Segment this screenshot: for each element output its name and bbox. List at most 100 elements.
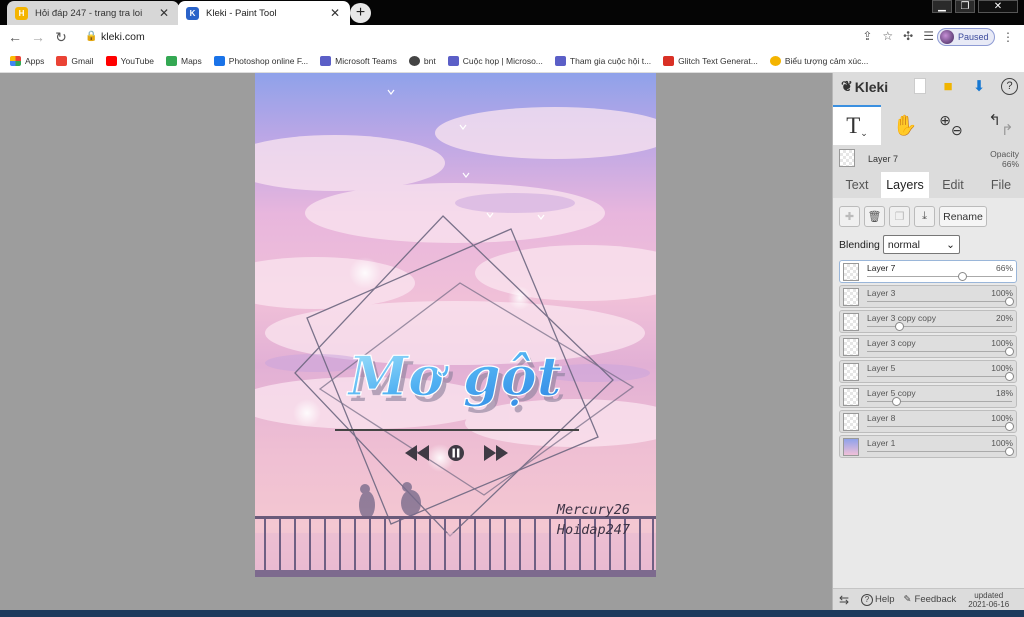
bookmark-maps[interactable]: Maps — [165, 55, 202, 66]
duplicate-layer-button[interactable]: ❐ — [889, 206, 910, 227]
merge-down-button[interactable]: ⤓ — [914, 206, 935, 227]
add-layer-button[interactable]: ✚ — [839, 206, 860, 227]
chevron-down-icon[interactable]: ⌄ — [860, 128, 868, 139]
layer-row[interactable]: Layer 8 100% — [839, 410, 1017, 433]
zoom-in-icon[interactable]: ⊕ — [939, 112, 951, 129]
bookmark-meeting[interactable]: Cuộc họp | Microso... — [447, 55, 543, 66]
download-icon[interactable]: ⬇ — [970, 77, 988, 95]
share-icon[interactable]: ⇪ — [862, 29, 872, 43]
tab-strip: H Hỏi đáp 247 - trang tra loi ✕ K Kleki … — [0, 0, 1024, 25]
restore-icon[interactable]: ❐ — [955, 0, 975, 13]
rewind-icon — [405, 445, 429, 461]
help-icon[interactable]: ? — [1001, 77, 1018, 95]
blending-label: Blending — [839, 238, 880, 251]
bookmark-join[interactable]: Tham gia cuộc hội t... — [554, 55, 651, 66]
undo-redo-buttons: ↰ ↱ — [979, 105, 1023, 145]
bookmark-bnt[interactable]: bnt — [408, 55, 436, 66]
opacity-slider-knob[interactable] — [1005, 347, 1014, 356]
browser-chrome: H Hỏi đáp 247 - trang tra loi ✕ K Kleki … — [0, 0, 1024, 73]
delete-layer-button[interactable]: 🗑 — [864, 206, 885, 227]
swap-side-icon[interactable]: ⇆ — [833, 593, 855, 607]
layer-thumbnail — [839, 149, 855, 167]
kleki-sidebar: ❦ Kleki ■ ⬇ ? T ⌄ ✋ ⊕ ⊖ ↰ ↱ Layer 7 Opacity 6… — [832, 73, 1024, 610]
layers-panel: ✚ 🗑 ❐ ⤓ Rename Blending normal ⌄ Layer 76… — [833, 198, 1024, 588]
layer-row[interactable]: Layer 5 copy 18% — [839, 385, 1017, 408]
new-image-icon[interactable] — [914, 78, 926, 94]
artwork-title: Mơ gột — [346, 344, 561, 408]
tab-file[interactable]: File — [977, 172, 1024, 198]
rename-button[interactable]: Rename — [939, 206, 987, 227]
forward-icon[interactable]: → — [29, 28, 47, 46]
opacity-slider-knob[interactable] — [1005, 447, 1014, 456]
zoom-out-icon[interactable]: ⊖ — [951, 122, 963, 139]
chevron-down-icon: ⌄ — [946, 238, 955, 251]
avatar — [940, 30, 954, 44]
layer-thumbnail — [843, 388, 859, 406]
opacity-slider-knob[interactable] — [891, 397, 901, 406]
close-icon[interactable]: ✕ — [157, 6, 171, 20]
opacity-slider-knob[interactable] — [958, 272, 968, 281]
cats — [359, 482, 421, 519]
bookmark-youtube[interactable]: YouTube — [105, 55, 154, 66]
drawing-area[interactable]: Mơ gột Mơ gột Mercury26 Hoidap247 — [0, 73, 832, 610]
tab-text[interactable]: Text — [833, 172, 881, 198]
layer-thumbnail — [843, 438, 859, 456]
tab-layers[interactable]: Layers — [881, 172, 929, 198]
signature-hoidap: Hoidap247 — [556, 522, 630, 538]
layer-thumbnail — [843, 288, 859, 306]
hand-tool-icon[interactable]: ✋ — [883, 105, 927, 145]
undo-icon[interactable]: ↰ — [988, 111, 1001, 129]
glitch-icon — [663, 55, 675, 66]
help-link[interactable]: ? Help — [861, 593, 895, 606]
kleki-bird-icon: ❦ — [841, 78, 853, 94]
close-icon[interactable]: ✕ — [328, 6, 342, 20]
redo-icon[interactable]: ↱ — [1001, 121, 1014, 139]
layer-thumbnail — [843, 363, 859, 381]
fast-forward-icon — [484, 445, 508, 461]
minimize-icon[interactable]: ▁ — [932, 0, 952, 13]
window-close-icon[interactable]: ✕ — [978, 0, 1018, 13]
canvas[interactable]: Mơ gột Mơ gột Mercury26 Hoidap247 — [255, 73, 656, 577]
extensions-icon[interactable]: ✣ — [903, 29, 913, 43]
menu-icon[interactable]: ⋮ — [1002, 30, 1014, 44]
bookmark-apps[interactable]: Apps — [10, 55, 44, 66]
teams-icon — [320, 55, 332, 66]
opacity-slider-knob[interactable] — [1005, 297, 1014, 306]
open-folder-icon[interactable]: ■ — [939, 77, 957, 95]
star-icon[interactable]: ☆ — [882, 29, 893, 43]
layer-row[interactable]: Layer 3 copy 100% — [839, 335, 1017, 358]
tab-edit[interactable]: Edit — [929, 172, 977, 198]
bookmark-glitch[interactable]: Glitch Text Generat... — [663, 55, 758, 66]
kleki-logo: ❦ Kleki — [841, 78, 889, 95]
opacity-slider-knob[interactable] — [1005, 372, 1014, 381]
text-tool-button[interactable]: T ⌄ — [833, 105, 881, 145]
bookmark-teams[interactable]: Microsoft Teams — [320, 55, 397, 66]
tab-hoidap[interactable]: H Hỏi đáp 247 - trang tra loi ✕ — [7, 1, 179, 25]
opacity-slider-knob[interactable] — [1005, 422, 1014, 431]
layer-row[interactable]: Layer 5 100% — [839, 360, 1017, 383]
bookmark-emoji[interactable]: Biểu tượng cảm xúc... — [769, 55, 868, 66]
url-field[interactable]: kleki.com — [101, 31, 145, 43]
hoidap-favicon-icon: H — [15, 6, 28, 20]
reading-list-icon[interactable]: ☰ — [923, 29, 934, 43]
bookmark-photoshop[interactable]: Photoshop online F... — [213, 55, 308, 66]
layer-row[interactable]: Layer 1 100% — [839, 435, 1017, 458]
tool-row: T ⌄ ✋ ⊕ ⊖ ↰ ↱ — [833, 105, 1024, 145]
layer-row[interactable]: Layer 3 copy copy 20% — [839, 310, 1017, 333]
layer-actions: ✚ 🗑 ❐ ⤓ Rename — [839, 206, 987, 227]
profile-button[interactable]: Paused — [937, 28, 995, 46]
back-icon[interactable]: ← — [6, 28, 24, 46]
artwork: Mơ gột Mơ gột Mercury26 Hoidap247 — [255, 89, 656, 577]
layer-thumbnail — [843, 263, 859, 281]
layer-row[interactable]: Layer 3 100% — [839, 285, 1017, 308]
kleki-favicon-icon: K — [186, 6, 199, 20]
layer-row[interactable]: Layer 7 66% — [839, 260, 1017, 283]
reload-icon[interactable]: ↻ — [52, 28, 70, 46]
current-layer-opacity: Opacity 66% — [990, 149, 1019, 169]
feedback-link[interactable]: ✎ Feedback — [904, 594, 957, 605]
bookmark-gmail[interactable]: Gmail — [56, 55, 94, 66]
tab-kleki[interactable]: K Kleki - Paint Tool ✕ — [178, 1, 350, 25]
new-tab-button[interactable]: + — [350, 3, 371, 23]
blending-select[interactable]: normal ⌄ — [882, 235, 960, 254]
opacity-slider-knob[interactable] — [894, 322, 904, 331]
